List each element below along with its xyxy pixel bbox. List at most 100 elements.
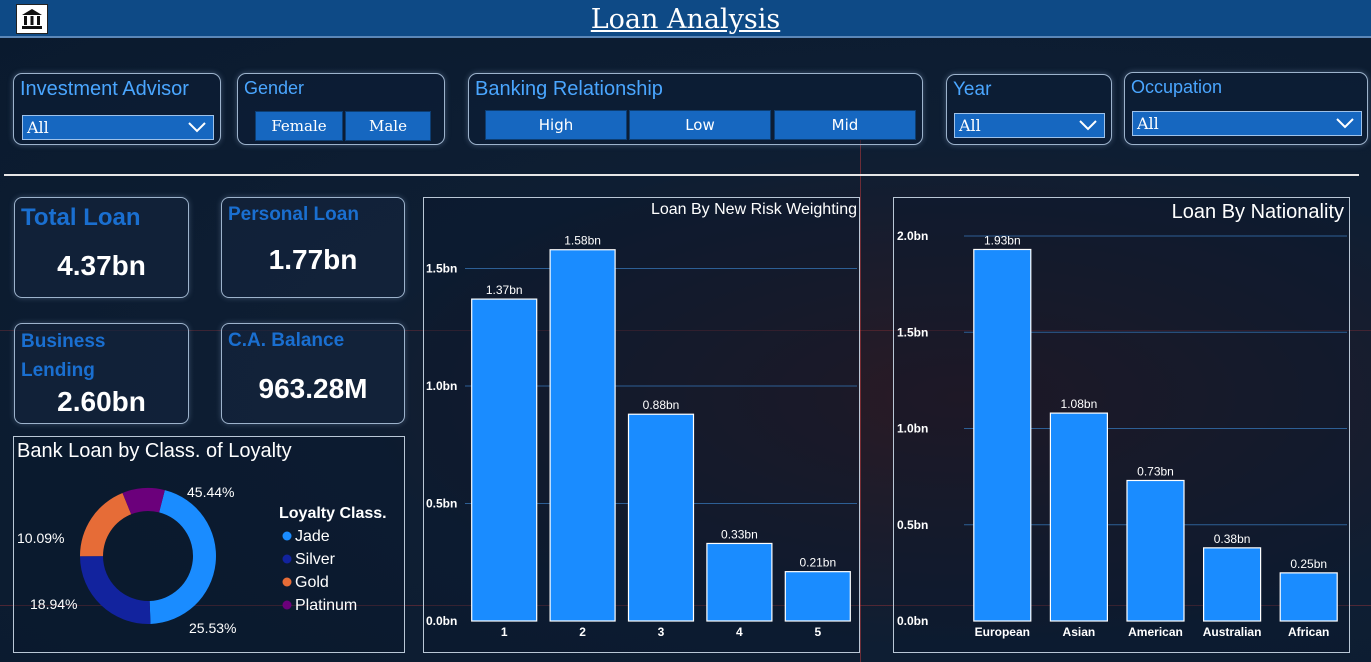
x-tick-label: 5 (814, 625, 821, 639)
slicer-label: Investment Advisor (20, 78, 189, 100)
donut-slice (80, 556, 151, 624)
y-tick-label: 1.5bn (426, 262, 457, 276)
kpi-value: 963.28M (258, 373, 368, 404)
slicer-label: Occupation (1131, 77, 1223, 97)
bar (1126, 479, 1185, 622)
legend-item: Gold (295, 574, 329, 591)
bar (1279, 572, 1338, 622)
y-tick-label: 0.0bn (897, 614, 928, 628)
investment-advisor-dropdown[interactable]: All (22, 115, 214, 140)
x-tick-label: 1 (501, 625, 508, 639)
relationship-low-button[interactable]: Low (629, 110, 771, 140)
y-tick-label: 1.0bn (897, 422, 928, 436)
data-label: 0.33bn (721, 527, 758, 541)
data-label: 0.25bn (1290, 557, 1327, 571)
legend-item: Jade (295, 528, 330, 545)
gender-female-button[interactable]: Female (255, 111, 343, 141)
business-lending-card: Business Lending 2.60bn (14, 323, 189, 424)
kpi-value: 1.77bn (268, 244, 358, 275)
slicer-label: Gender (244, 78, 305, 98)
chevron-down-icon (188, 122, 206, 133)
data-label: 1.93bn (984, 233, 1021, 247)
page-title: Loan Analysis (590, 4, 781, 35)
kpi-label: C.A. Balance (228, 330, 345, 351)
data-label: 0.73bn (1137, 464, 1174, 478)
year-dropdown[interactable]: All (954, 113, 1105, 138)
y-tick-label: 0.5bn (426, 497, 457, 511)
bar (627, 413, 695, 622)
dropdown-value: All (959, 116, 981, 135)
y-tick-label: 1.0bn (426, 379, 457, 393)
bar (706, 542, 773, 622)
data-label: 1.08bn (1061, 397, 1098, 411)
kpi-label: Total Loan (21, 204, 141, 231)
nationality-bar-chart: 0.0bn 0.5bn 1.0bn 1.5bn 2.0bn 1.93bn European 1… (897, 229, 1347, 639)
bar (549, 249, 616, 622)
slicer-label: Banking Relationship (475, 78, 663, 100)
relationship-high-button[interactable]: High (485, 110, 627, 140)
bar (973, 248, 1032, 622)
risk-weighting-bar-chart: 0.0bn 0.5bn 1.0bn 1.5bn 1.37bn 1 1.58bn 2 0.88bn… (426, 234, 857, 639)
slice-label: 10.09% (17, 530, 64, 546)
y-tick-label: 1.5bn (897, 325, 928, 339)
slicer-label: Year (953, 79, 992, 100)
x-tick-label: American (1128, 625, 1183, 639)
data-label: 1.37bn (486, 283, 523, 297)
occupation-slicer: Occupation All (1124, 72, 1368, 145)
kpi-label: Personal Loan (228, 204, 359, 225)
x-tick-label: Australian (1203, 625, 1262, 639)
kpi-value: 4.37bn (57, 250, 146, 281)
donut-slice (80, 492, 132, 557)
kpi-label: Business Lending (21, 331, 106, 381)
legend-title: Loyalty Class. (279, 505, 387, 522)
ca-balance-card: C.A. Balance 963.28M (221, 323, 405, 424)
x-tick-label: 3 (658, 625, 665, 639)
gender-male-button[interactable]: Male (345, 111, 431, 141)
x-tick-label: African (1288, 625, 1329, 639)
gender-slicer: Gender Female Male (237, 73, 445, 145)
kpi-value: 2.60bn (57, 386, 146, 417)
occupation-dropdown[interactable]: All (1132, 111, 1362, 136)
slice-label: 25.53% (189, 620, 236, 636)
data-label: 0.21bn (799, 556, 836, 570)
y-tick-label: 0.5bn (897, 518, 928, 532)
legend-item: Platinum (295, 597, 357, 614)
bar (1049, 412, 1108, 622)
relationship-mid-button[interactable]: Mid (774, 110, 916, 140)
dropdown-value: All (27, 118, 49, 137)
y-tick-label: 2.0bn (897, 229, 928, 243)
dropdown-value: All (1137, 114, 1159, 133)
legend-marker (282, 531, 292, 541)
x-tick-label: 2 (579, 625, 586, 639)
x-tick-label: Asian (1063, 625, 1096, 639)
loyalty-chart-panel: Bank Loan by Class. of Loyalty 45.44% 25.… (13, 436, 405, 653)
slice-label: 18.94% (30, 596, 77, 612)
bar (471, 298, 538, 622)
data-label: 1.58bn (564, 234, 601, 248)
investment-advisor-slicer: Investment Advisor All (13, 73, 221, 145)
bar (784, 571, 851, 622)
legend-marker (282, 577, 292, 587)
bar (1203, 547, 1262, 622)
data-label: 0.88bn (643, 398, 680, 412)
data-label: 0.38bn (1214, 532, 1251, 546)
nationality-chart-panel: 0.0bn 0.5bn 1.0bn 1.5bn 2.0bn 1.93bn European 1… (893, 197, 1350, 653)
total-loan-card: Total Loan 4.37bn (14, 197, 189, 298)
x-tick-label: 4 (736, 625, 743, 639)
y-tick-label: 0.0bn (426, 614, 457, 628)
year-slicer: Year All (946, 74, 1112, 145)
slice-label: 45.44% (187, 484, 234, 500)
personal-loan-card: Personal Loan 1.77bn (221, 197, 405, 298)
title-bar: Loan Analysis (0, 0, 1371, 38)
banking-relationship-slicer: Banking Relationship High Low Mid (468, 73, 923, 145)
x-tick-label: European (975, 625, 1030, 639)
legend-marker (282, 554, 292, 564)
legend-item: Silver (295, 551, 336, 568)
section-divider (4, 174, 1359, 176)
risk-weighting-chart-panel: 0.0bn 0.5bn 1.0bn 1.5bn 1.37bn 1 1.58bn 2 0.88bn… (423, 197, 860, 653)
legend-marker (282, 600, 292, 610)
loyalty-donut-chart: 45.44% 25.53% 18.94% 10.09% Loyalty Class. Ja… (17, 484, 387, 636)
chevron-down-icon (1336, 118, 1354, 129)
chart-title: Loan By Nationality (1171, 201, 1344, 223)
chevron-down-icon (1079, 120, 1097, 131)
